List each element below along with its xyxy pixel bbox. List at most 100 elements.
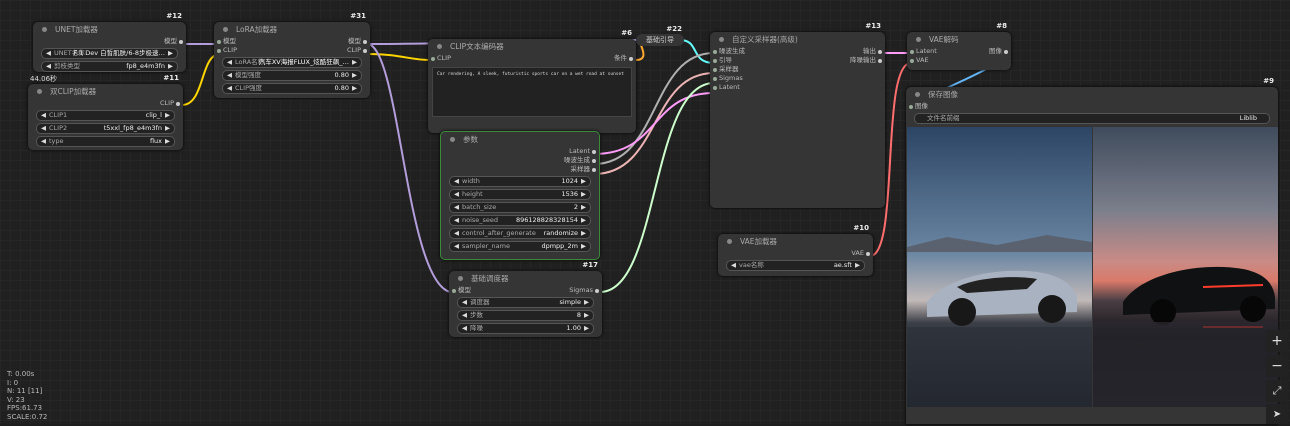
arrow-left-icon[interactable]: ◀	[454, 242, 459, 251]
collapse-dot-icon[interactable]	[37, 89, 42, 94]
fit-view-button[interactable]: ⤢	[1266, 380, 1288, 402]
node-title[interactable]: 基础调度器	[449, 271, 602, 286]
arrow-left-icon[interactable]: ◀	[41, 137, 46, 146]
widget-sampler-name[interactable]: ◀ sampler_name dpmpp_2m ▶	[449, 241, 591, 252]
node-unet-loader[interactable]: #12 UNET加载器 模型 ◀ UNET名称 F:1 Dev 白皙肌肤/6-8步极…	[33, 12, 186, 72]
widget-control-after-generate[interactable]: ◀ control_after_generate randomize ▶	[449, 228, 591, 239]
slot-row-sampler[interactable]: 采样器	[710, 65, 885, 74]
collapse-dot-icon[interactable]	[915, 92, 920, 97]
widget-weight-dtype[interactable]: ◀ 剪枝类型 fp8_e4m3fn ▶	[41, 61, 178, 72]
output-slot-sampler[interactable]: 采样器	[441, 165, 599, 174]
slot-row-noise[interactable]: 噪波生成 输出	[710, 47, 885, 56]
collapse-dot-icon[interactable]	[719, 37, 724, 42]
node-dual-clip-loader[interactable]: 44.06秒 #11 双CLIP加载器 CLIP ◀ CLIP1 clip_l ▶ ◀…	[28, 74, 183, 150]
node-title[interactable]: 自定义采样器(高级)	[710, 32, 885, 47]
output-slot-noise[interactable]: 噪波生成	[441, 156, 599, 165]
arrow-left-icon[interactable]: ◀	[41, 124, 46, 133]
node-clip-text-encode[interactable]: #6 CLIP文本编码器 CLIP 条件 Car rendering, A sle…	[428, 29, 636, 133]
widget-width[interactable]: ◀ width 1024 ▶	[449, 176, 591, 187]
preview-image-1[interactable]	[907, 127, 1092, 407]
slot-row-guider[interactable]: 引导 降噪输出	[710, 56, 885, 65]
arrow-left-icon[interactable]: ◀	[454, 190, 459, 199]
slot-row-latent[interactable]: Latent 图像	[907, 47, 1011, 56]
pointer-mode-button[interactable]: ➤	[1266, 404, 1288, 424]
node-vae-decode[interactable]: #8 VAE解码 Latent 图像 VAE	[907, 22, 1011, 70]
arrow-left-icon[interactable]: ◀	[462, 311, 467, 320]
arrow-right-icon[interactable]: ▶	[352, 71, 357, 80]
arrow-left-icon[interactable]: ◀	[227, 58, 232, 67]
arrow-left-icon[interactable]: ◀	[731, 261, 736, 270]
widget-vae-name[interactable]: ◀ vae名称 ae.sft ▶	[726, 260, 865, 271]
output-slot-model[interactable]: 模型	[33, 37, 186, 46]
arrow-right-icon[interactable]: ▶	[584, 311, 589, 320]
node-title[interactable]: VAE解码	[907, 32, 1011, 47]
arrow-left-icon[interactable]: ◀	[462, 324, 467, 333]
node-title[interactable]: LoRA加载器	[214, 22, 370, 37]
arrow-left-icon[interactable]: ◀	[454, 177, 459, 186]
slot-row-model[interactable]: 模型 Sigmas	[449, 286, 602, 295]
slot-row-latent[interactable]: Latent	[710, 83, 885, 92]
widget-type[interactable]: ◀ type flux ▶	[36, 136, 175, 147]
arrow-right-icon[interactable]: ▶	[168, 49, 173, 58]
widget-unet-name[interactable]: ◀ UNET名称 F:1 Dev 白皙肌肤/6-8步极速… ▶	[41, 48, 178, 59]
arrow-right-icon[interactable]: ▶	[855, 261, 860, 270]
preview-image-2[interactable]	[1093, 127, 1278, 407]
output-slot-vae[interactable]: VAE	[718, 249, 873, 258]
arrow-left-icon[interactable]: ◀	[454, 216, 459, 225]
slot-row-images[interactable]: 图像	[906, 102, 1278, 111]
node-title[interactable]: 保存图像	[906, 87, 1278, 102]
arrow-right-icon[interactable]: ▶	[165, 111, 170, 120]
arrow-right-icon[interactable]: ▶	[581, 229, 586, 238]
arrow-right-icon[interactable]: ▶	[581, 242, 586, 251]
node-vae-loader[interactable]: #10 VAE加载器 VAE ◀ vae名称 ae.sft ▶	[718, 224, 873, 276]
slot-row-clip[interactable]: CLIP 条件	[428, 54, 636, 63]
arrow-left-icon[interactable]: ◀	[227, 71, 232, 80]
arrow-right-icon[interactable]: ▶	[581, 190, 586, 199]
output-slot-latent[interactable]: Latent	[441, 147, 599, 156]
arrow-left-icon[interactable]: ◀	[41, 111, 46, 120]
node-title[interactable]: UNET加载器	[33, 22, 186, 37]
zoom-out-button[interactable]: −	[1266, 355, 1288, 377]
widget-lora-name[interactable]: ◀ LoRA名称 汽车XV海报FLUX_炫酷狂飙_… ▶	[222, 57, 362, 68]
arrow-left-icon[interactable]: ◀	[454, 229, 459, 238]
arrow-right-icon[interactable]: ▶	[581, 203, 586, 212]
prompt-textarea[interactable]: Car rendering, A sleek, futuristic sport…	[432, 67, 632, 117]
node-title[interactable]: CLIP文本编码器	[428, 39, 636, 54]
output-slot-clip[interactable]: CLIP	[28, 99, 183, 108]
collapse-dot-icon[interactable]	[450, 137, 455, 142]
arrow-right-icon[interactable]: ▶	[168, 62, 173, 71]
node-sampler-custom-advanced[interactable]: #13 自定义采样器(高级) 噪波生成 输出 引导 降噪输出 采样器 Sigmas …	[710, 22, 885, 208]
collapse-dot-icon[interactable]	[458, 276, 463, 281]
collapse-dot-icon[interactable]	[437, 44, 442, 49]
slot-row-model[interactable]: 模型 模型	[214, 37, 370, 46]
arrow-right-icon[interactable]: ▶	[581, 177, 586, 186]
arrow-left-icon[interactable]: ◀	[46, 49, 51, 58]
slot-row-clip[interactable]: CLIP CLIP	[214, 46, 370, 55]
collapse-dot-icon[interactable]	[916, 37, 921, 42]
widget-clip1[interactable]: ◀ CLIP1 clip_l ▶	[36, 110, 175, 121]
collapse-dot-icon[interactable]	[727, 239, 732, 244]
node-params[interactable]: 参数 Latent 噪波生成 采样器 ◀ width 1024 ▶ ◀ height 15…	[440, 131, 600, 260]
widget-filename-prefix[interactable]: 文件名前缀 Liblib	[914, 113, 1270, 124]
collapse-dot-icon[interactable]	[42, 27, 47, 32]
arrow-right-icon[interactable]: ▶	[165, 124, 170, 133]
node-title[interactable]: 双CLIP加载器	[28, 84, 183, 99]
widget-clip2[interactable]: ◀ CLIP2 t5xxl_fp8_e4m3fn ▶	[36, 123, 175, 134]
arrow-left-icon[interactable]: ◀	[227, 84, 232, 93]
widget-height[interactable]: ◀ height 1536 ▶	[449, 189, 591, 200]
node-basic-scheduler[interactable]: #17 基础调度器 模型 Sigmas ◀ 调度器 simple ▶ ◀ 步数 8 ▶ ◀ 降噪…	[449, 261, 602, 337]
widget-denoise[interactable]: ◀ 降噪 1.00 ▶	[457, 323, 594, 334]
node-title[interactable]: VAE加载器	[718, 234, 873, 249]
node-title[interactable]: 参数	[441, 132, 599, 147]
slot-row-sigmas[interactable]: Sigmas	[710, 74, 885, 83]
widget-steps[interactable]: ◀ 步数 8 ▶	[457, 310, 594, 321]
arrow-left-icon[interactable]: ◀	[454, 203, 459, 212]
node-lora-loader[interactable]: #31 LoRA加载器 模型 模型 CLIP CLIP ◀ LoRA名称 汽车XV海报F…	[214, 12, 370, 98]
widget-scheduler[interactable]: ◀ 调度器 simple ▶	[457, 297, 594, 308]
arrow-left-icon[interactable]: ◀	[46, 62, 51, 71]
node-basic-guider[interactable]: 基础引导 #22	[636, 25, 684, 46]
slot-row-vae[interactable]: VAE	[907, 56, 1011, 65]
arrow-right-icon[interactable]: ▶	[581, 216, 586, 225]
node-save-image[interactable]: #9 保存图像 图像 文件名前缀 Liblib	[906, 77, 1278, 424]
zoom-in-button[interactable]: +	[1266, 330, 1288, 352]
